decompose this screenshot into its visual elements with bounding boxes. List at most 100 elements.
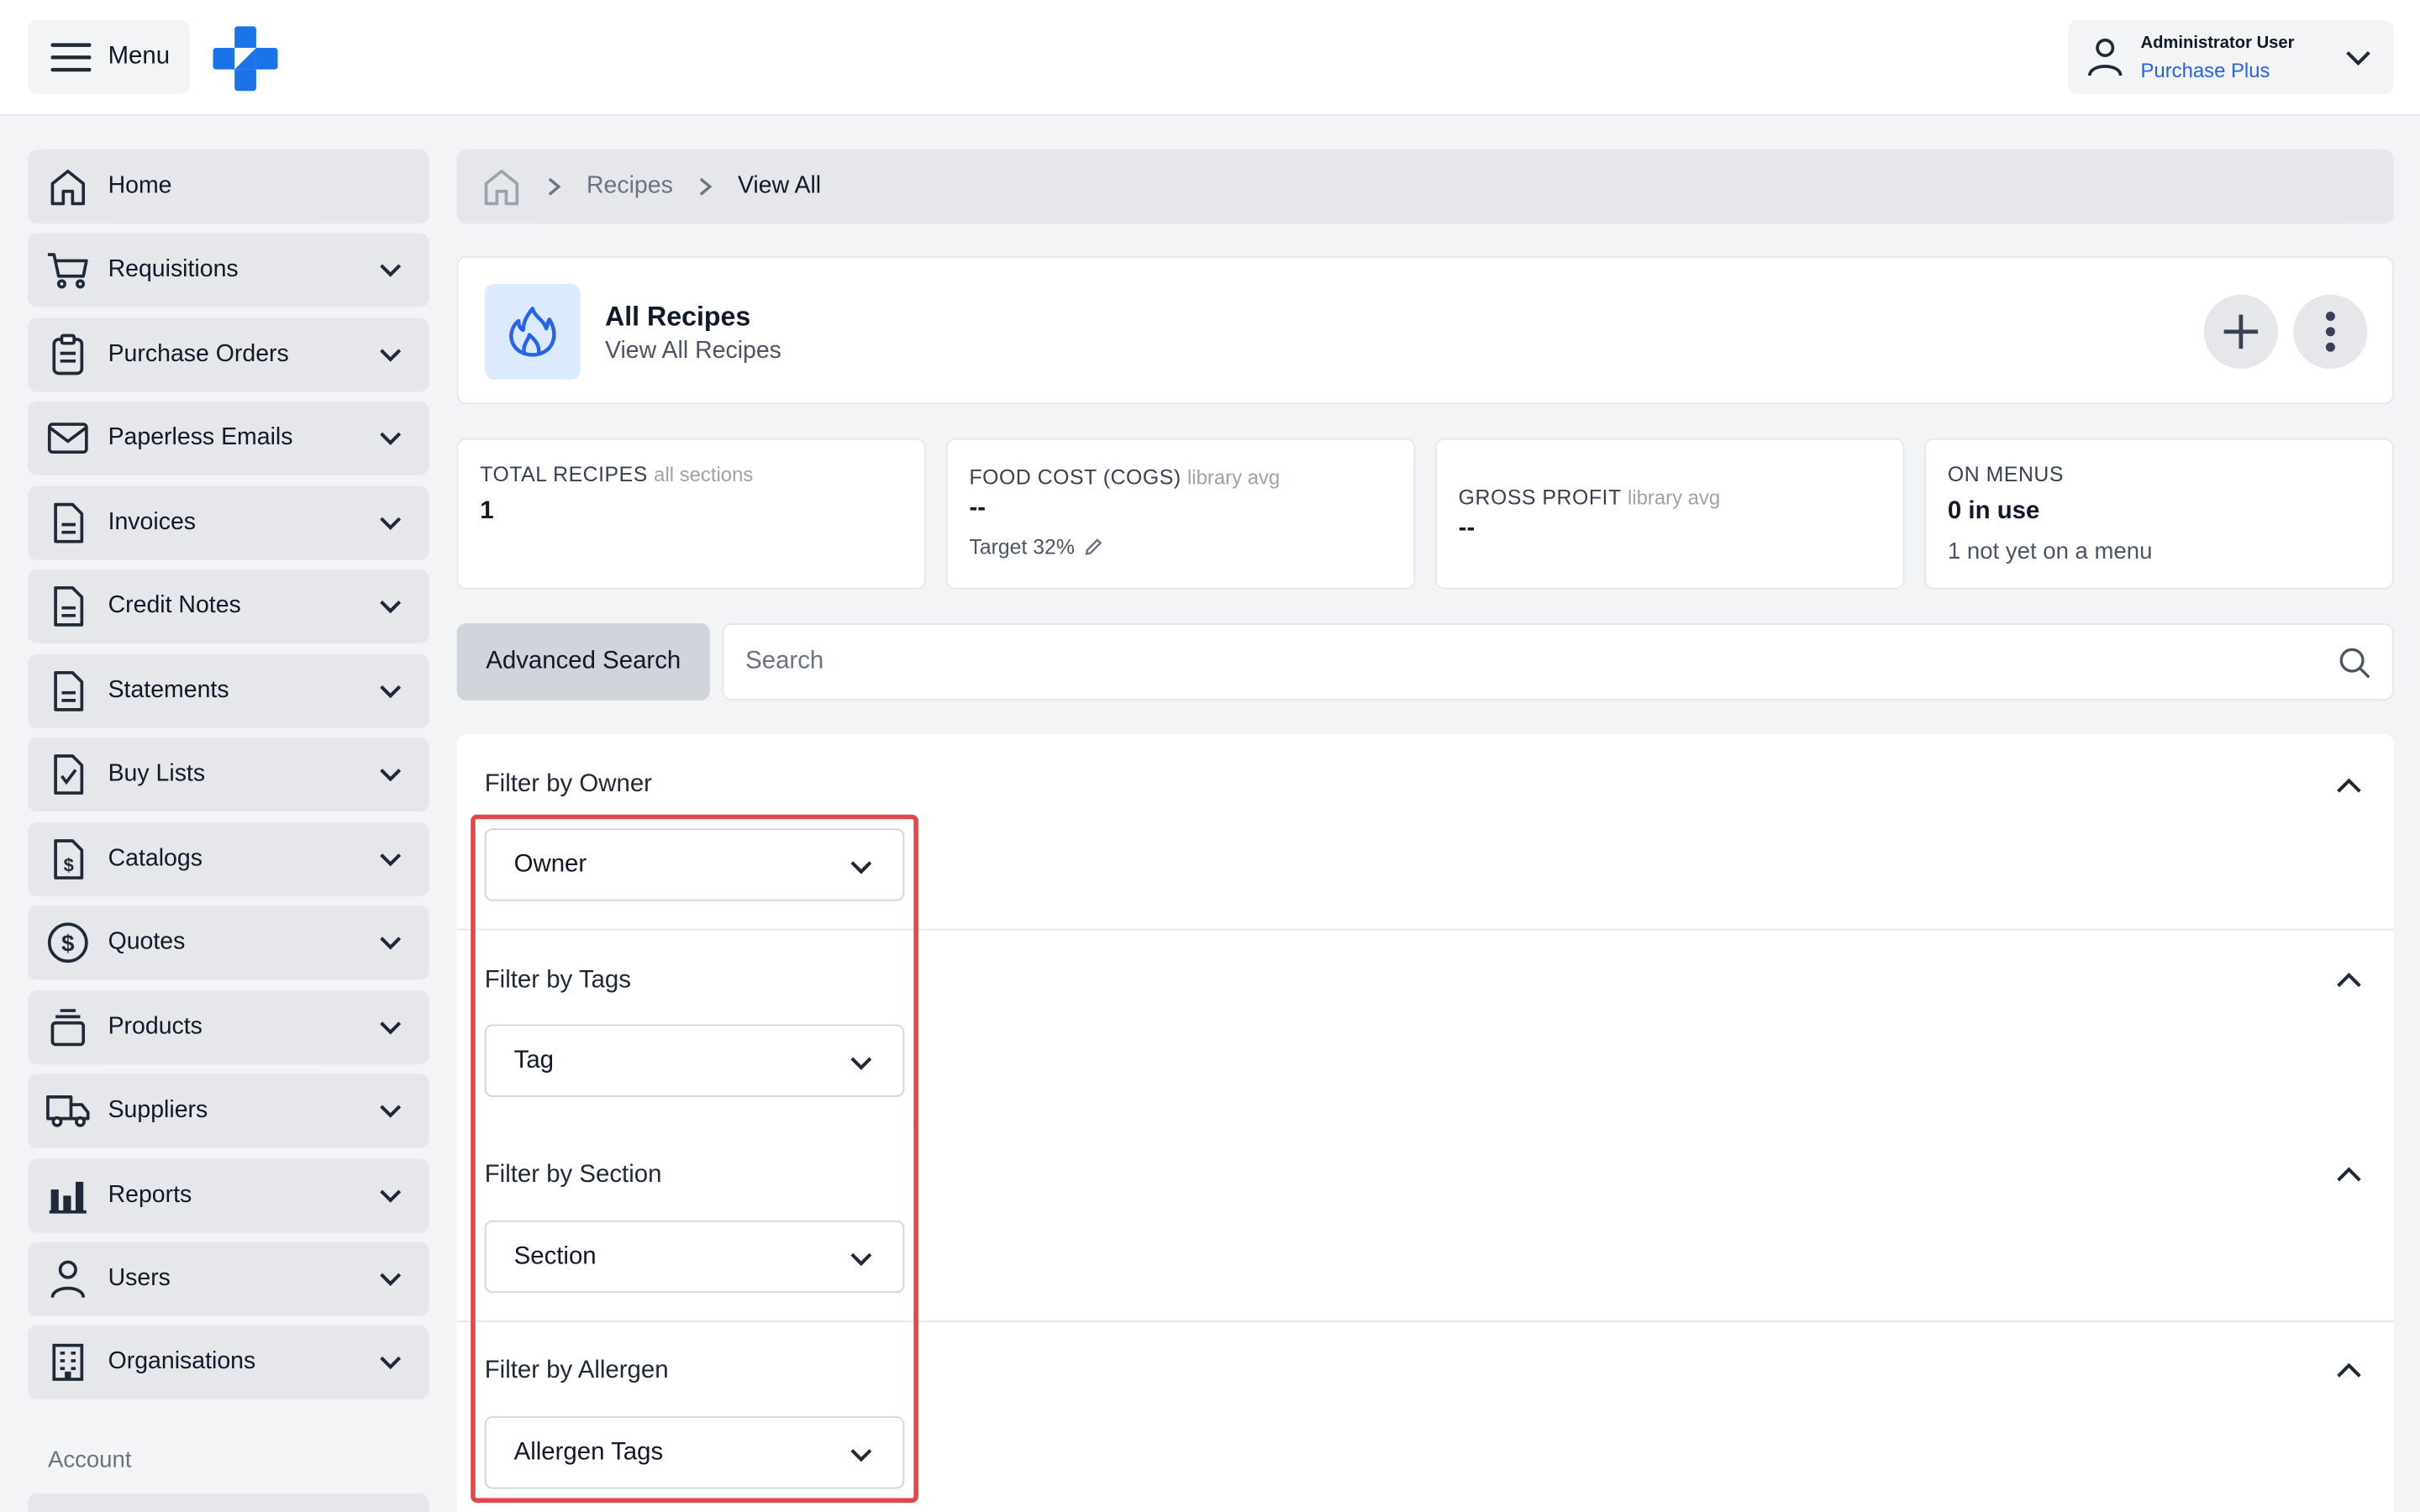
svg-text:$: $ (61, 930, 74, 956)
sidebar-item-users[interactable]: Users (28, 1242, 429, 1316)
page: Menu Administrator User Purchase Plus Ho… (0, 0, 2420, 1512)
page-title: All Recipes (604, 301, 751, 332)
food-cost-target[interactable]: Target 32% (969, 535, 1103, 559)
sidebar-section-account: Account (47, 1446, 132, 1474)
stat-label: TOTAL RECIPES (480, 463, 648, 486)
stat-label: GROSS PROFIT (1458, 486, 1622, 510)
sidebar-item-suppliers[interactable]: Suppliers (28, 1074, 429, 1148)
sidebar-item-label: Organisations (108, 1348, 256, 1375)
truck-icon (28, 1092, 108, 1129)
sidebar-item-label: Catalogs (108, 845, 203, 872)
advanced-search-button[interactable]: Advanced Search (456, 623, 710, 701)
building-icon (28, 1342, 108, 1383)
chevron-down-icon (352, 341, 429, 369)
document-icon (28, 669, 108, 712)
stat-value: 0 in use (1947, 498, 2040, 525)
sidebar-item-home[interactable]: Home (28, 150, 429, 224)
sidebar-item-reports[interactable]: Reports (28, 1158, 429, 1233)
chevron-down-icon (352, 509, 429, 537)
page-header-card: All Recipes View All Recipes (456, 255, 2394, 405)
stat-value: 1 (480, 498, 494, 525)
chevron-down-icon (352, 592, 429, 620)
sidebar-item-label: Requisitions (108, 255, 239, 283)
highlight-box (471, 814, 918, 1503)
chevron-down-icon (352, 424, 429, 452)
svg-text:$: $ (64, 855, 74, 876)
user-icon (28, 1259, 108, 1299)
kebab-menu-icon (2325, 312, 2335, 352)
sidebar-item-paperless-emails[interactable]: Paperless Emails (28, 401, 429, 475)
chevron-up-icon[interactable] (2333, 1160, 2365, 1191)
stat-label: FOOD COST (COGS) (969, 465, 1181, 490)
search-icon[interactable] (2338, 647, 2372, 680)
home-icon[interactable] (481, 166, 522, 207)
stat-header: GROSS PROFIT library avg (1459, 486, 1720, 510)
add-recipe-button[interactable] (2203, 294, 2278, 369)
home-icon (28, 166, 108, 207)
sidebar-item-label: Suppliers (108, 1096, 208, 1124)
stat-food-cost: FOOD COST (COGS) library avg -- Target 32… (945, 438, 1416, 590)
chevron-down-icon (352, 1014, 429, 1042)
stat-total-recipes: TOTAL RECIPES all sections 1 (456, 438, 927, 590)
search-box (722, 623, 2394, 701)
stat-value: -- (1458, 515, 1476, 542)
stat-header: TOTAL RECIPES all sections (480, 463, 753, 486)
sidebar-item-buy-lists[interactable]: Buy Lists (28, 737, 429, 812)
dollar-circle-icon: $ (28, 921, 108, 964)
user-name: Administrator User (2140, 34, 2295, 53)
chevron-up-icon[interactable] (2333, 1356, 2365, 1387)
dollar-document-icon: $ (28, 837, 108, 880)
chevron-right-icon (699, 177, 713, 196)
user-icon (2088, 38, 2123, 76)
chevron-down-icon (352, 929, 429, 957)
menu-label: Menu (108, 43, 171, 70)
sidebar-item-credit-notes[interactable]: Credit Notes (28, 569, 429, 643)
stat-header: FOOD COST (COGS) library avg (969, 466, 1280, 490)
sidebar-item-requisitions[interactable]: Requisitions (28, 233, 429, 307)
sidebar-item-organisations[interactable]: Organisations (28, 1325, 429, 1399)
chevron-down-icon (2346, 51, 2370, 66)
stat-note: library avg (1628, 486, 1721, 510)
sidebar-item-label: Reports (108, 1181, 192, 1209)
chevron-down-icon (352, 677, 429, 705)
stat-note: library avg (1186, 465, 1281, 490)
logo-icon[interactable] (213, 26, 278, 92)
stat-sub: 1 not yet on a menu (1947, 538, 2153, 565)
sidebar-item-purchase-orders[interactable]: Purchase Orders (28, 318, 429, 392)
stat-value: -- (969, 495, 986, 522)
sidebar-item-quotes[interactable]: $ Quotes (28, 906, 429, 980)
sidebar-item-label: Credit Notes (108, 592, 241, 619)
breadcrumb-recipes[interactable]: Recipes (587, 173, 673, 201)
chevron-up-icon[interactable] (2333, 966, 2365, 997)
menu-button[interactable]: Menu (28, 19, 190, 95)
stat-on-menus: ON MENUS 0 in use 1 not yet on a menu (1924, 438, 2394, 590)
pencil-icon (1086, 538, 1102, 555)
top-bar: Menu Administrator User Purchase Plus (0, 0, 2420, 116)
sidebar-item-products[interactable]: Products (28, 990, 429, 1065)
sidebar-item-label: Users (108, 1265, 171, 1292)
sidebar-item-label: Buy Lists (108, 760, 206, 787)
envelope-icon (28, 421, 108, 454)
sidebar-item-statements[interactable]: Statements (28, 654, 429, 728)
breadcrumb-view-all: View All (737, 172, 822, 199)
chevron-down-icon (352, 256, 429, 284)
chevron-down-icon (352, 846, 429, 874)
more-options-button[interactable] (2293, 294, 2368, 369)
hamburger-icon (50, 43, 92, 72)
flame-icon (484, 283, 581, 380)
chevron-up-icon[interactable] (2333, 771, 2365, 802)
user-menu[interactable]: Administrator User Purchase Plus (2068, 19, 2394, 95)
filter-title: Filter by Owner (484, 771, 652, 798)
sidebar-item-account[interactable] (28, 1493, 429, 1512)
sidebar-item-invoices[interactable]: Invoices (28, 486, 429, 560)
sidebar-item-label: Invoices (108, 509, 197, 536)
sidebar-item-label: Products (108, 1013, 203, 1040)
search-input[interactable] (745, 643, 2289, 680)
sidebar-item-catalogs[interactable]: $ Catalogs (28, 822, 429, 897)
sidebar-item-label: Purchase Orders (108, 340, 289, 368)
stat-label: ON MENUS (1947, 463, 2064, 486)
document-icon (28, 585, 108, 627)
stack-icon (28, 1007, 108, 1047)
chevron-down-icon (352, 1265, 429, 1293)
chevron-down-icon (352, 1348, 429, 1376)
